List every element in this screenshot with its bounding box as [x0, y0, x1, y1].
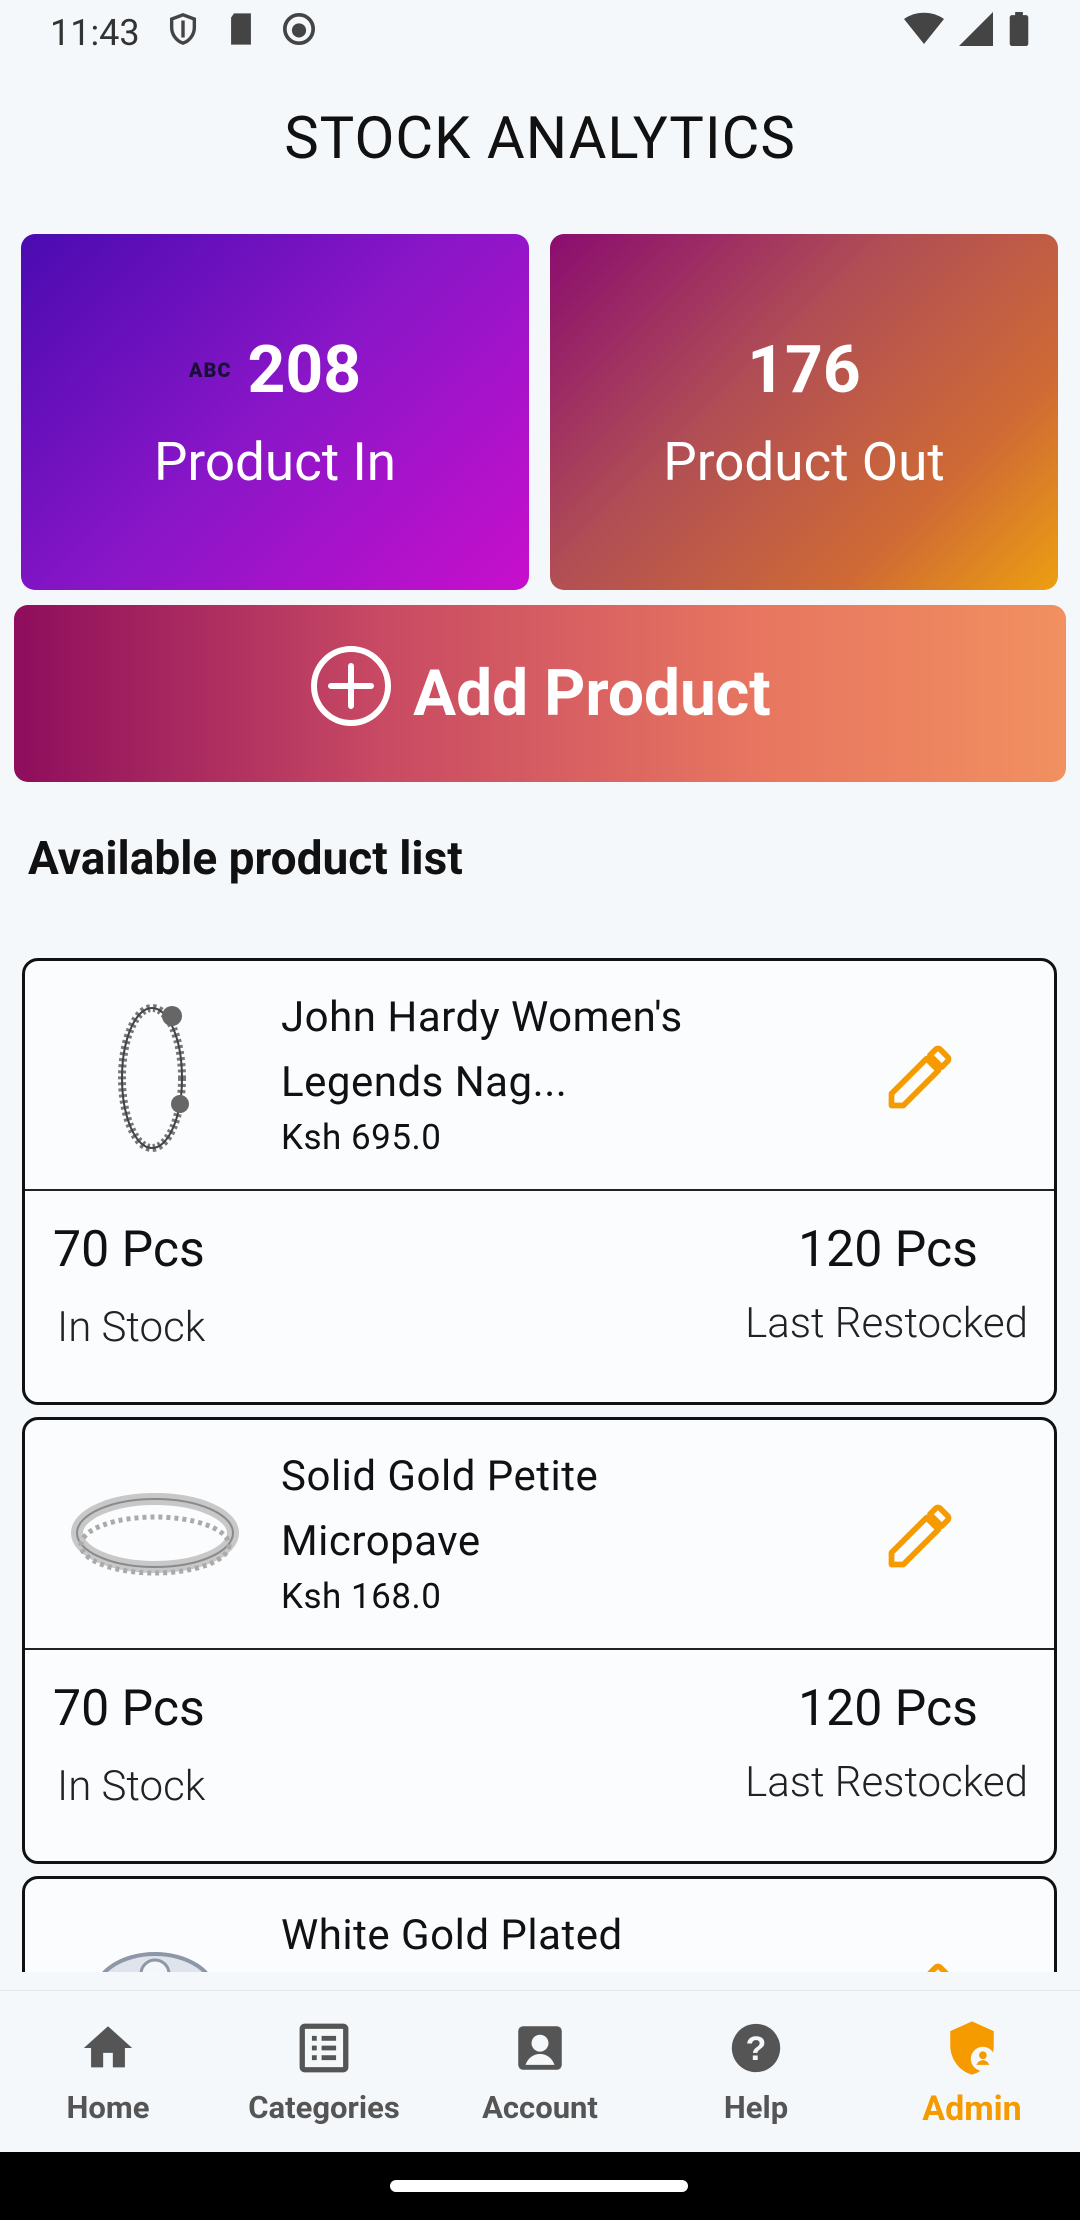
bottom-nav: Home Categories Account ? Help Admin [0, 1990, 1080, 2152]
admin-shield-icon [943, 2019, 1001, 2081]
home-icon [79, 2019, 137, 2081]
product-list[interactable]: John Hardy Women's Legends Nag... Ksh 69… [0, 954, 1080, 1972]
in-stock-label: In Stock [57, 1762, 206, 1811]
abc-icon: ABC [188, 358, 232, 382]
edit-icon[interactable] [882, 1957, 958, 1972]
svg-text:?: ? [746, 2030, 767, 2068]
android-icon [282, 12, 316, 55]
add-product-button[interactable]: Add Product [14, 605, 1066, 782]
status-bar: 11:43 [0, 0, 1080, 66]
status-time: 11:43 [50, 12, 140, 54]
product-in-card[interactable]: ABC 208 Product In [21, 234, 529, 590]
sd-card-icon [226, 12, 256, 55]
product-image [65, 1450, 245, 1620]
last-restocked-label: Last Restocked [745, 1299, 1028, 1348]
nav-help[interactable]: ? Help [648, 1991, 864, 2152]
last-restocked-label: Last Restocked [745, 1758, 1028, 1807]
wifi-icon [904, 12, 944, 55]
product-in-label: Product In [153, 430, 397, 493]
signal-icon [958, 11, 994, 55]
edit-icon[interactable] [882, 1039, 958, 1115]
product-image [65, 1909, 245, 1972]
add-product-label: Add Product [413, 656, 771, 731]
nav-home[interactable]: Home [0, 1991, 216, 2152]
nav-help-label: Help [723, 2089, 789, 2126]
help-icon: ? [727, 2019, 785, 2081]
battery-icon [1008, 11, 1030, 55]
nav-categories[interactable]: Categories [216, 1991, 432, 2152]
page-title: STOCK ANALYTICS [284, 105, 796, 173]
product-in-value: 208 [247, 331, 362, 409]
in-stock-value: 70 Pcs [53, 1221, 205, 1279]
product-out-label: Product Out [663, 430, 945, 493]
nav-admin-label: Admin [922, 2089, 1022, 2129]
product-card[interactable]: Solid Gold Petite Micropave Ksh 168.0 70… [22, 1417, 1057, 1864]
product-card[interactable]: John Hardy Women's Legends Nag... Ksh 69… [22, 958, 1057, 1405]
nav-account-label: Account [482, 2089, 598, 2126]
product-card[interactable]: White Gold Plated [22, 1876, 1057, 1972]
nav-admin[interactable]: Admin [864, 1991, 1080, 2152]
product-out-card[interactable]: 176 Product Out [550, 234, 1058, 590]
add-circle-icon [309, 644, 393, 744]
section-title: Available product list [28, 832, 463, 886]
product-name: Solid Gold Petite Micropave [281, 1452, 599, 1566]
product-price: Ksh 695.0 [281, 1117, 442, 1158]
list-alt-icon [295, 2019, 353, 2081]
edit-icon[interactable] [882, 1498, 958, 1574]
product-name: White Gold Plated [281, 1911, 623, 1960]
product-price: Ksh 168.0 [281, 1576, 442, 1617]
nav-categories-label: Categories [248, 2089, 400, 2126]
gesture-handle[interactable] [390, 2180, 688, 2192]
product-out-value: 176 [747, 331, 861, 409]
product-image [65, 991, 245, 1161]
nav-home-label: Home [66, 2089, 150, 2126]
last-restocked-value: 120 Pcs [798, 1680, 978, 1738]
in-stock-label: In Stock [57, 1303, 206, 1352]
shield-icon [166, 11, 200, 56]
in-stock-value: 70 Pcs [53, 1680, 205, 1738]
gesture-bar [0, 2152, 1080, 2220]
nav-account[interactable]: Account [432, 1991, 648, 2152]
product-name: John Hardy Women's Legends Nag... [281, 993, 683, 1107]
account-box-icon [511, 2019, 569, 2081]
last-restocked-value: 120 Pcs [798, 1221, 978, 1279]
